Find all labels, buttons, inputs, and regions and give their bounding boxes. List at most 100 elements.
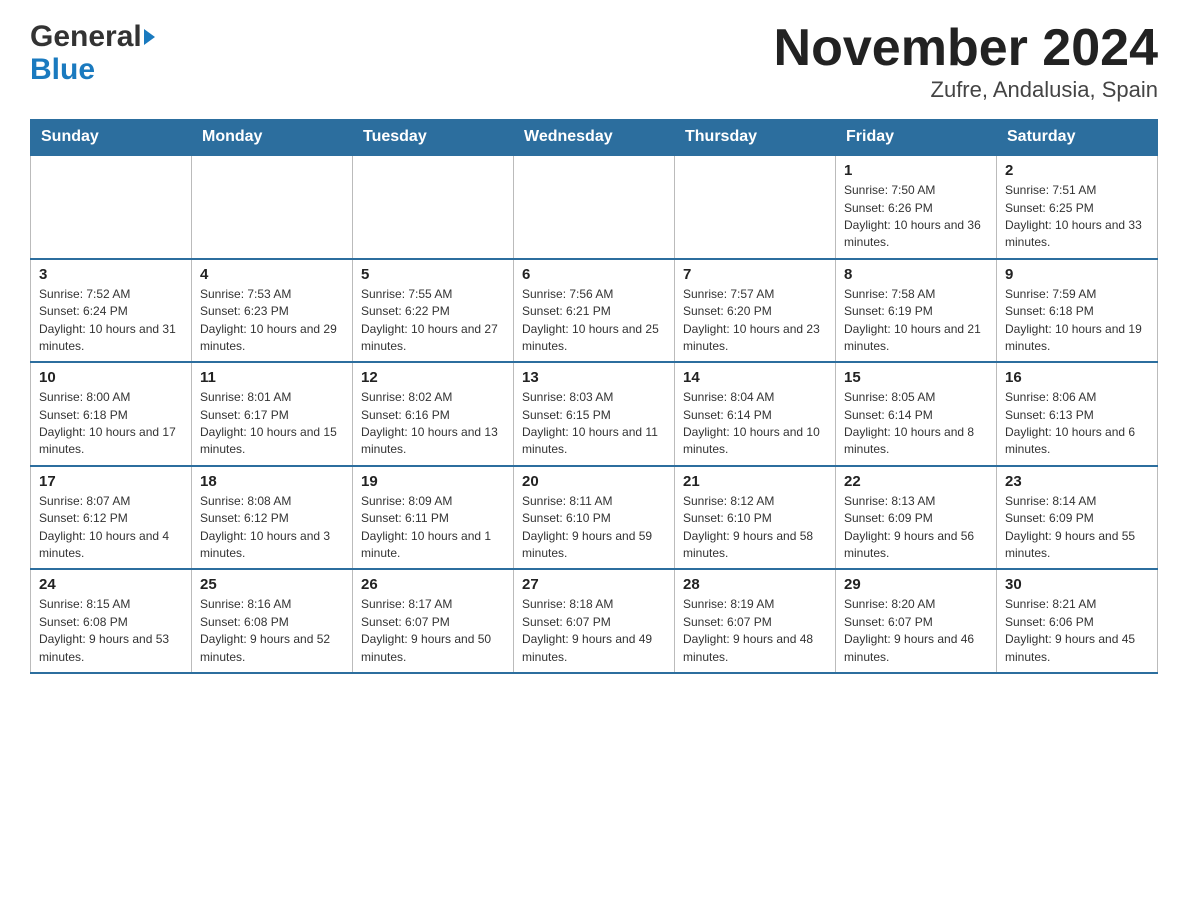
table-row: 7 Sunrise: 7:57 AM Sunset: 6:20 PM Daylig… [675, 259, 836, 363]
table-row: 2 Sunrise: 7:51 AM Sunset: 6:25 PM Daylig… [997, 155, 1158, 259]
table-row: 19Sunrise: 8:09 AM Sunset: 6:11 PM Dayli… [353, 466, 514, 570]
day-info: Sunrise: 8:12 AM Sunset: 6:10 PM Dayligh… [683, 493, 827, 563]
day-number: 21 [683, 473, 827, 490]
day-number: 4 [200, 266, 344, 283]
day-number: 10 [39, 369, 183, 386]
table-row: 24 Sunrise: 8:15 AM Sunset: 6:08 PM Dayli… [31, 569, 192, 673]
day-number: 29 [844, 576, 988, 593]
day-info: Sunrise: 8:03 AM Sunset: 6:15 PM Dayligh… [522, 389, 666, 459]
day-number: 30 [1005, 576, 1149, 593]
table-row: 11 Sunrise: 8:01 AM Sunset: 6:17 PM Dayli… [192, 362, 353, 466]
day-info: Sunrise: 8:16 AM Sunset: 6:08 PM Dayligh… [200, 596, 344, 666]
day-info: Sunrise: 8:07 AM Sunset: 6:12 PM Dayligh… [39, 493, 183, 563]
day-number: 8 [844, 266, 988, 283]
day-number: 20 [522, 473, 666, 490]
table-row: 28Sunrise: 8:19 AM Sunset: 6:07 PM Dayli… [675, 569, 836, 673]
calendar-title-block: November 2024 Zufre, Andalusia, Spain [774, 20, 1158, 103]
day-info: Sunrise: 8:21 AM Sunset: 6:06 PM Dayligh… [1005, 596, 1149, 666]
table-row: 1 Sunrise: 7:50 AM Sunset: 6:26 PM Daylig… [836, 155, 997, 259]
day-number: 1 [844, 162, 988, 179]
day-number: 26 [361, 576, 505, 593]
table-row: 30 Sunrise: 8:21 AM Sunset: 6:06 PM Dayli… [997, 569, 1158, 673]
table-row: 14 Sunrise: 8:04 AM Sunset: 6:14 PM Dayli… [675, 362, 836, 466]
table-row: 21 Sunrise: 8:12 AM Sunset: 6:10 PM Dayli… [675, 466, 836, 570]
day-info: Sunrise: 7:55 AM Sunset: 6:22 PM Dayligh… [361, 286, 505, 356]
logo-general: General [30, 20, 142, 53]
day-number: 14 [683, 369, 827, 386]
table-row: 3Sunrise: 7:52 AM Sunset: 6:24 PM Daylig… [31, 259, 192, 363]
table-row: 27 Sunrise: 8:18 AM Sunset: 6:07 PM Dayli… [514, 569, 675, 673]
day-number: 28 [683, 576, 827, 593]
calendar-subtitle: Zufre, Andalusia, Spain [774, 77, 1158, 103]
day-info: Sunrise: 7:51 AM Sunset: 6:25 PM Dayligh… [1005, 182, 1149, 252]
day-info: Sunrise: 8:15 AM Sunset: 6:08 PM Dayligh… [39, 596, 183, 666]
calendar-week-row: 10 Sunrise: 8:00 AM Sunset: 6:18 PM Dayli… [31, 362, 1158, 466]
day-info: Sunrise: 8:14 AM Sunset: 6:09 PM Dayligh… [1005, 493, 1149, 563]
calendar-title: November 2024 [774, 20, 1158, 77]
day-number: 13 [522, 369, 666, 386]
calendar-body: 1 Sunrise: 7:50 AM Sunset: 6:26 PM Daylig… [31, 155, 1158, 673]
day-info: Sunrise: 8:02 AM Sunset: 6:16 PM Dayligh… [361, 389, 505, 459]
table-row: 10 Sunrise: 8:00 AM Sunset: 6:18 PM Dayli… [31, 362, 192, 466]
table-row: 17 Sunrise: 8:07 AM Sunset: 6:12 PM Dayli… [31, 466, 192, 570]
day-number: 24 [39, 576, 183, 593]
day-number: 5 [361, 266, 505, 283]
table-row [353, 155, 514, 259]
table-row [514, 155, 675, 259]
day-info: Sunrise: 7:53 AM Sunset: 6:23 PM Dayligh… [200, 286, 344, 356]
calendar-week-row: 3Sunrise: 7:52 AM Sunset: 6:24 PM Daylig… [31, 259, 1158, 363]
table-row: 25 Sunrise: 8:16 AM Sunset: 6:08 PM Dayli… [192, 569, 353, 673]
header-friday: Friday [836, 120, 997, 156]
calendar-table: Sunday Monday Tuesday Wednesday Thursday… [30, 119, 1158, 674]
calendar-header-row: Sunday Monday Tuesday Wednesday Thursday… [31, 120, 1158, 156]
logo: General Blue [30, 20, 155, 86]
table-row: 12 Sunrise: 8:02 AM Sunset: 6:16 PM Dayli… [353, 362, 514, 466]
day-info: Sunrise: 8:01 AM Sunset: 6:17 PM Dayligh… [200, 389, 344, 459]
table-row: 4 Sunrise: 7:53 AM Sunset: 6:23 PM Daylig… [192, 259, 353, 363]
header-sunday: Sunday [31, 120, 192, 156]
day-number: 25 [200, 576, 344, 593]
page-header: General Blue November 2024 Zufre, Andalu… [30, 20, 1158, 103]
day-number: 17 [39, 473, 183, 490]
day-info: Sunrise: 8:00 AM Sunset: 6:18 PM Dayligh… [39, 389, 183, 459]
header-saturday: Saturday [997, 120, 1158, 156]
day-info: Sunrise: 8:17 AM Sunset: 6:07 PM Dayligh… [361, 596, 505, 666]
table-row: 8Sunrise: 7:58 AM Sunset: 6:19 PM Daylig… [836, 259, 997, 363]
table-row: 16 Sunrise: 8:06 AM Sunset: 6:13 PM Dayli… [997, 362, 1158, 466]
day-info: Sunrise: 8:11 AM Sunset: 6:10 PM Dayligh… [522, 493, 666, 563]
day-number: 22 [844, 473, 988, 490]
table-row [31, 155, 192, 259]
day-number: 7 [683, 266, 827, 283]
day-number: 16 [1005, 369, 1149, 386]
table-row: 15Sunrise: 8:05 AM Sunset: 6:14 PM Dayli… [836, 362, 997, 466]
day-info: Sunrise: 8:06 AM Sunset: 6:13 PM Dayligh… [1005, 389, 1149, 459]
day-number: 11 [200, 369, 344, 386]
day-info: Sunrise: 8:18 AM Sunset: 6:07 PM Dayligh… [522, 596, 666, 666]
header-wednesday: Wednesday [514, 120, 675, 156]
day-number: 12 [361, 369, 505, 386]
day-number: 27 [522, 576, 666, 593]
day-number: 18 [200, 473, 344, 490]
header-thursday: Thursday [675, 120, 836, 156]
table-row [675, 155, 836, 259]
table-row: 22 Sunrise: 8:13 AM Sunset: 6:09 PM Dayli… [836, 466, 997, 570]
table-row: 6Sunrise: 7:56 AM Sunset: 6:21 PM Daylig… [514, 259, 675, 363]
table-row [192, 155, 353, 259]
day-info: Sunrise: 7:50 AM Sunset: 6:26 PM Dayligh… [844, 182, 988, 252]
day-info: Sunrise: 8:04 AM Sunset: 6:14 PM Dayligh… [683, 389, 827, 459]
day-info: Sunrise: 7:59 AM Sunset: 6:18 PM Dayligh… [1005, 286, 1149, 356]
day-info: Sunrise: 7:57 AM Sunset: 6:20 PM Dayligh… [683, 286, 827, 356]
table-row: 5 Sunrise: 7:55 AM Sunset: 6:22 PM Daylig… [353, 259, 514, 363]
day-number: 3 [39, 266, 183, 283]
day-number: 2 [1005, 162, 1149, 179]
day-info: Sunrise: 8:20 AM Sunset: 6:07 PM Dayligh… [844, 596, 988, 666]
table-row: 23 Sunrise: 8:14 AM Sunset: 6:09 PM Dayli… [997, 466, 1158, 570]
table-row: 20 Sunrise: 8:11 AM Sunset: 6:10 PM Dayli… [514, 466, 675, 570]
day-info: Sunrise: 8:08 AM Sunset: 6:12 PM Dayligh… [200, 493, 344, 563]
calendar-week-row: 24 Sunrise: 8:15 AM Sunset: 6:08 PM Dayli… [31, 569, 1158, 673]
day-number: 23 [1005, 473, 1149, 490]
day-info: Sunrise: 8:05 AM Sunset: 6:14 PM Dayligh… [844, 389, 988, 459]
table-row: 18 Sunrise: 8:08 AM Sunset: 6:12 PM Dayli… [192, 466, 353, 570]
calendar-week-row: 17 Sunrise: 8:07 AM Sunset: 6:12 PM Dayli… [31, 466, 1158, 570]
day-info: Sunrise: 8:13 AM Sunset: 6:09 PM Dayligh… [844, 493, 988, 563]
